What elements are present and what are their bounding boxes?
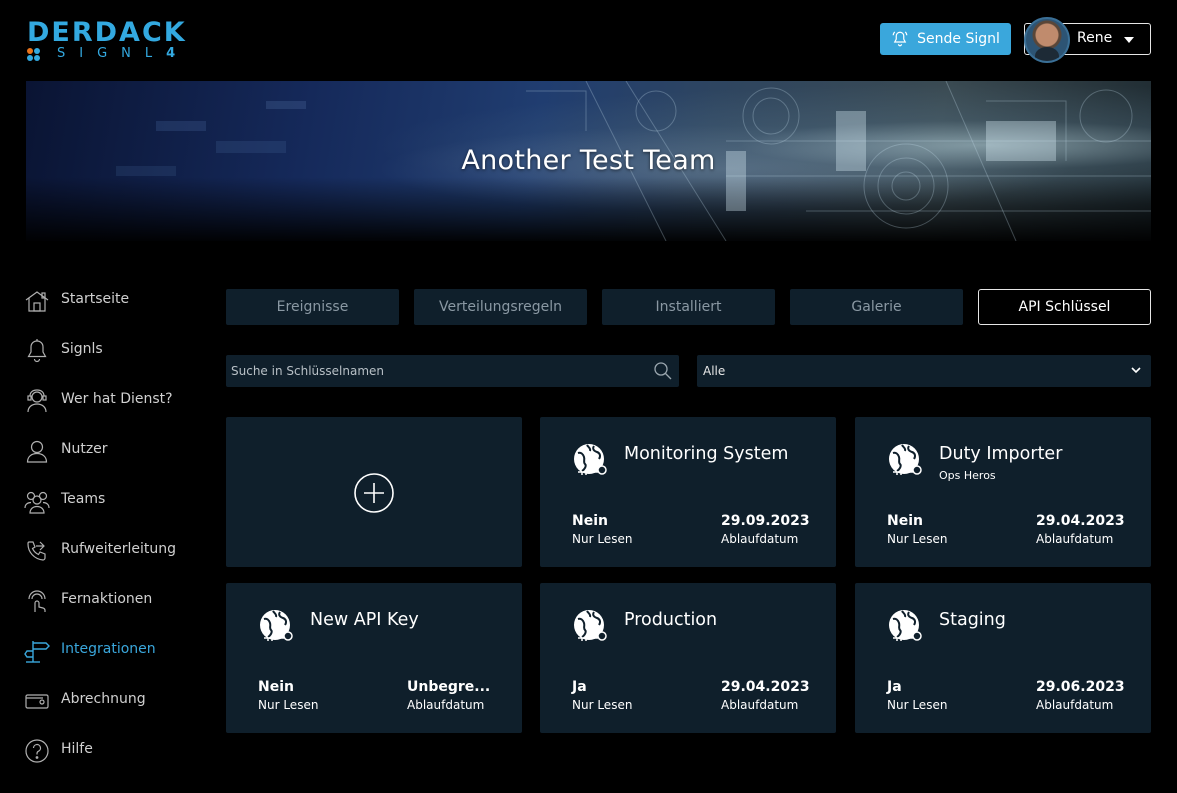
home-icon [25,291,49,312]
expiry-label: Ablaufdatum [407,698,485,712]
globe-key-icon [574,610,607,641]
plus-circle-icon [354,473,394,513]
api-key-name: Monitoring System [624,444,789,464]
api-key-name: New API Key [310,610,419,630]
expiry-label: Ablaufdatum [1036,698,1114,712]
sidebar-item-startseite[interactable]: Startseite [24,284,214,316]
readonly-label: Nur Lesen [572,698,633,712]
sidebar-item-teams[interactable]: Teams [24,484,214,516]
billing-icon [25,694,49,709]
readonly-label: Nur Lesen [887,532,948,546]
brand-logo[interactable]: DERDACK SIGNL4 [27,17,217,64]
globe-key-icon [889,610,922,641]
teams-icon [24,491,50,514]
api-key-card[interactable]: New API Key Nein Nur Lesen Unbegre... Ab… [226,583,522,733]
readonly-value: Nein [258,679,294,695]
readonly-label: Nur Lesen [572,532,633,546]
send-signl-label: Sende Signl [917,31,1000,47]
avatar [1024,17,1070,63]
api-key-name: Duty Importer [939,444,1063,464]
help-icon [25,739,49,763]
globe-key-icon [260,610,293,641]
tab-galerie[interactable]: Galerie [790,289,963,325]
sidebar-item-integrationen[interactable]: Integrationen [24,634,214,666]
chevron-down-icon [1124,37,1134,43]
call-forward-icon [27,541,46,561]
sidebar-item-label: Startseite [61,291,130,307]
readonly-value: Ja [887,679,902,695]
expiry-value: 29.04.2023 [1036,513,1125,529]
api-key-card[interactable]: Duty Importer Ops Heros Nein Nur Lesen 2… [855,417,1151,567]
user-name: Rene [1077,30,1113,46]
filter-select-value: Alle [703,364,726,378]
api-key-name: Staging [939,610,1006,630]
api-key-card[interactable]: Monitoring System Nein Nur Lesen 29.09.2… [540,417,836,567]
expiry-value: 29.04.2023 [721,679,810,695]
sidebar-item-label: Nutzer [61,441,108,457]
sidebar-item-label: Signls [61,341,103,357]
brand-subtitle: SIGNL4 [57,47,175,61]
sidebar-item-fernaktionen[interactable]: Fernaktionen [24,584,214,616]
sidebar-item-label: Hilfe [61,741,93,757]
sidebar-item-nutzer[interactable]: Nutzer [24,434,214,466]
readonly-value: Ja [572,679,587,695]
sidebar-item-abrechnung[interactable]: Abrechnung [24,684,214,716]
sidebar-item-label: Wer hat Dienst? [61,391,173,407]
globe-key-icon [889,444,922,475]
search-input[interactable] [226,355,646,387]
brand-sub-letters: SIGNL [57,46,167,61]
on-duty-icon [27,389,47,413]
expiry-label: Ablaufdatum [1036,532,1114,546]
search-icon[interactable] [653,361,673,381]
sidebar-item-label: Fernaktionen [61,591,153,607]
team-banner: Another Test Team [26,81,1151,241]
chevron-down-icon [1131,367,1141,374]
user-menu[interactable]: Rene [1024,17,1151,63]
sidebar-item-wer-hat-dienst[interactable]: Wer hat Dienst? [24,384,214,416]
expiry-value: Unbegre... [407,679,491,695]
send-signl-button[interactable]: Sende Signl [880,23,1011,55]
sidebar-item-label: Rufweiterleitung [61,541,176,557]
globe-key-icon [574,444,607,475]
expiry-label: Ablaufdatum [721,698,799,712]
expiry-label: Ablaufdatum [721,532,799,546]
sidebar-item-label: Abrechnung [61,691,146,707]
team-name: Another Test Team [461,145,716,176]
sidebar-item-hilfe[interactable]: Hilfe [24,734,214,766]
expiry-value: 29.06.2023 [1036,679,1125,695]
brand-sub-number: 4 [166,46,176,61]
tab-ereignisse[interactable]: Ereignisse [226,289,399,325]
search-box [226,355,679,387]
readonly-value: Nein [572,513,608,529]
readonly-label: Nur Lesen [887,698,948,712]
integrations-icon [24,641,50,663]
api-key-team: Ops Heros [939,469,996,482]
api-key-card[interactable]: Staging Ja Nur Lesen 29.06.2023 Ablaufda… [855,583,1151,733]
sidebar-item-signls[interactable]: Signls [24,334,214,366]
brand-dots-icon [27,46,45,62]
remote-action-icon [28,590,46,612]
readonly-label: Nur Lesen [258,698,319,712]
bell-icon [27,339,47,363]
bell-ring-icon [892,31,908,47]
expiry-value: 29.09.2023 [721,513,810,529]
add-api-key-card[interactable] [226,417,522,567]
sidebar-item-rufweiterleitung[interactable]: Rufweiterleitung [24,534,214,566]
filter-select[interactable]: Alle [697,355,1151,387]
api-key-name: Production [624,610,718,630]
tab-installiert[interactable]: Installiert [602,289,775,325]
tab-api-schluessel[interactable]: API Schlüssel [978,289,1151,325]
brand-wordmark: DERDACK [27,17,187,48]
api-key-card[interactable]: Production Ja Nur Lesen 29.04.2023 Ablau… [540,583,836,733]
sidebar-item-label: Integrationen [61,641,156,657]
tab-verteilungsregeln[interactable]: Verteilungsregeln [414,289,587,325]
readonly-value: Nein [887,513,923,529]
sidebar-item-label: Teams [61,491,106,507]
user-icon [26,440,48,463]
